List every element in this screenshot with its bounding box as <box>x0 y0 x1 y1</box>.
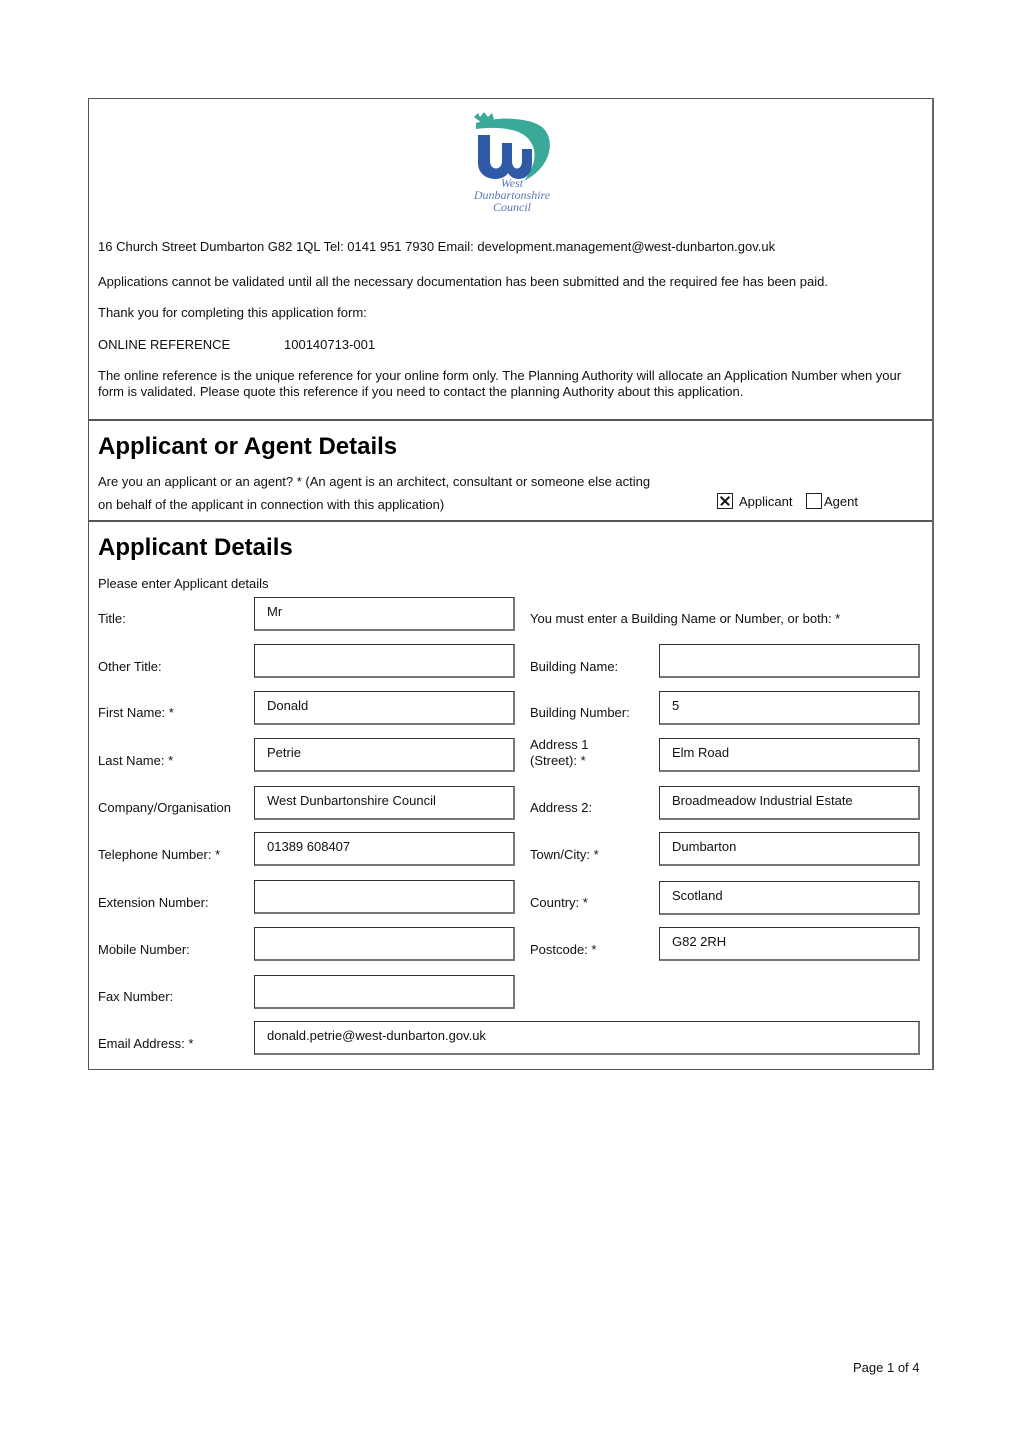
section-title-applicant-details: Applicant Details <box>98 534 293 561</box>
extension-field[interactable] <box>254 880 515 914</box>
contact-line: 16 Church Street Dumbarton G82 1QL Tel: … <box>98 239 776 254</box>
agent-question-line-1: Are you an applicant or an agent? * (An … <box>98 474 651 489</box>
town-city-label: Town/City: * <box>530 847 599 862</box>
applicant-details-section: Applicant Details Please enter Applicant… <box>89 522 932 1069</box>
extension-label: Extension Number: <box>98 895 209 910</box>
postcode-field[interactable]: G82 2RH <box>659 927 920 961</box>
town-city-field[interactable]: Dumbarton <box>659 832 920 866</box>
address-2-label: Address 2: <box>530 800 593 815</box>
form-header-section: West Dunbartonshire Council 16 Church St… <box>89 99 932 421</box>
first-name-label: First Name: * <box>98 705 174 720</box>
address-2-field[interactable]: Broadmeadow Industrial Estate <box>659 786 920 820</box>
address-1-label-line-1: Address 1 <box>530 737 589 752</box>
applicant-checkbox[interactable] <box>717 493 733 509</box>
agent-question-line-2: on behalf of the applicant in connection… <box>98 497 445 512</box>
building-requirement-note: You must enter a Building Name or Number… <box>530 611 841 626</box>
page-indicator: Page 1 of 4 <box>853 1360 920 1375</box>
other-title-label: Other Title: <box>98 659 162 674</box>
thank-you-text: Thank you for completing this applicatio… <box>98 305 367 320</box>
company-label: Company/Organisation <box>98 800 231 815</box>
country-label: Country: * <box>530 895 588 910</box>
agent-option-label: Agent <box>824 494 858 509</box>
building-name-label: Building Name: <box>530 659 619 674</box>
applicant-option[interactable]: Applicant <box>717 493 792 509</box>
postcode-label: Postcode: * <box>530 942 597 957</box>
agent-option[interactable]: Agent <box>806 493 858 509</box>
validation-notice: Applications cannot be validated until a… <box>98 274 828 289</box>
last-name-label: Last Name: * <box>98 753 174 768</box>
reference-notice: The online reference is the unique refer… <box>98 368 902 399</box>
email-label: Email Address: * <box>98 1036 194 1051</box>
online-reference-value: 100140713-001 <box>284 337 376 352</box>
address-1-label: Address 1 (Street): * <box>530 737 589 769</box>
agent-checkbox[interactable] <box>806 493 822 509</box>
mobile-field[interactable] <box>254 927 515 961</box>
last-name-field[interactable]: Petrie <box>254 738 515 772</box>
applicant-option-label: Applicant <box>739 494 793 509</box>
fax-label: Fax Number: <box>98 989 174 1004</box>
application-form-frame: West Dunbartonshire Council 16 Church St… <box>88 98 934 1070</box>
first-name-field[interactable]: Donald <box>254 691 515 725</box>
country-field[interactable]: Scotland <box>659 881 920 915</box>
applicant-or-agent-section: Applicant or Agent Details Are you an ap… <box>89 421 932 522</box>
company-field[interactable]: West Dunbartonshire Council <box>254 786 515 820</box>
other-title-field[interactable] <box>254 644 515 678</box>
address-1-field[interactable]: Elm Road <box>659 738 920 772</box>
logo-text-council: Council <box>493 200 532 214</box>
building-name-field[interactable] <box>659 644 920 678</box>
title-label: Title: <box>98 611 126 626</box>
council-logo: West Dunbartonshire Council <box>473 112 551 214</box>
online-reference-row: ONLINE REFERENCE 100140713-001 <box>98 337 375 352</box>
email-field[interactable]: donald.petrie@west-dunbarton.gov.uk <box>254 1021 920 1055</box>
address-1-label-line-2: (Street): * <box>530 753 586 768</box>
building-number-field[interactable]: 5 <box>659 691 920 725</box>
building-number-label: Building Number: <box>530 705 630 720</box>
online-reference-label: ONLINE REFERENCE <box>98 337 231 352</box>
fax-field[interactable] <box>254 975 515 1009</box>
applicant-instruction: Please enter Applicant details <box>98 576 269 591</box>
title-field[interactable]: Mr <box>254 597 515 631</box>
telephone-label: Telephone Number: * <box>98 847 221 862</box>
mobile-label: Mobile Number: <box>98 942 190 957</box>
telephone-field[interactable]: 01389 608407 <box>254 832 515 866</box>
section-title-applicant-or-agent: Applicant or Agent Details <box>98 433 398 460</box>
